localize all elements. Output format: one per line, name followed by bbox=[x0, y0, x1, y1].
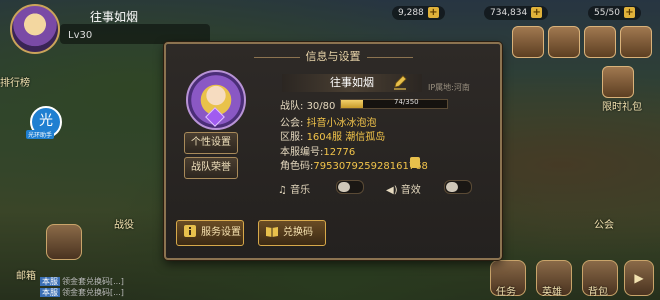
guild-label[interactable]: 公会 bbox=[594, 216, 614, 231]
resource-diamond: 734,834 + bbox=[484, 6, 549, 20]
role-code-row: 角色码:795307925928161768 bbox=[280, 157, 428, 172]
team-honor-button[interactable]: 战队荣誉 bbox=[184, 157, 238, 179]
player-avatar[interactable] bbox=[10, 4, 60, 54]
sfx-toggle-knob bbox=[446, 182, 458, 192]
chat-line: 本服 领金套兑换码[...] bbox=[40, 288, 124, 297]
resource-stamina: 55/50 + bbox=[588, 6, 641, 20]
limited-gift-icon[interactable] bbox=[602, 66, 634, 98]
top-menu-icon-1[interactable] bbox=[512, 26, 544, 58]
quest-label: 任务 bbox=[496, 287, 516, 298]
redeem-code-label: 兑换码 bbox=[283, 227, 313, 238]
role-code-label: 角色码: bbox=[280, 161, 314, 172]
leaderboard-label[interactable]: 排行榜 bbox=[0, 74, 30, 89]
chat-ticker[interactable]: 本服 领金套兑换码[...] 本服 领金套兑换码[...] bbox=[40, 276, 200, 298]
team-value: 30/80 bbox=[306, 101, 336, 112]
hud-player-name: 往事如烟 bbox=[90, 10, 139, 24]
dialog-title: 信息与设置 bbox=[305, 50, 361, 63]
add-stamina-button[interactable]: + bbox=[623, 7, 635, 18]
chat-line: 本服 领金套兑换码[...] bbox=[40, 277, 124, 286]
guild-row: 公会: 抖音小冰冰泡泡 bbox=[280, 114, 377, 129]
server-row: 区服: 1604服 潮信孤岛 bbox=[280, 128, 385, 143]
top-menu-icon-3[interactable] bbox=[584, 26, 616, 58]
mail-button[interactable] bbox=[46, 224, 82, 260]
service-settings-button[interactable]: 服务设置 bbox=[176, 220, 244, 246]
hero-label: 英雄 bbox=[542, 287, 562, 298]
book-icon bbox=[266, 227, 278, 237]
server-label: 区服: bbox=[280, 132, 304, 143]
chevron-right-icon: ▶ bbox=[634, 271, 644, 285]
server-number-row: 本服编号:12776 bbox=[280, 143, 355, 158]
music-label: 音乐 bbox=[290, 185, 311, 196]
hud-level: Lv30 bbox=[68, 30, 93, 41]
redeem-code-button[interactable]: 兑换码 bbox=[258, 220, 326, 246]
campaign-label[interactable]: 战役 bbox=[114, 216, 134, 231]
copy-icon[interactable] bbox=[410, 157, 420, 168]
music-toggle[interactable] bbox=[336, 180, 364, 194]
bag-label: 背包 bbox=[588, 287, 608, 298]
dialog-title-row: 信息与设置 bbox=[166, 48, 500, 64]
title-divider-left bbox=[253, 56, 300, 58]
sfx-row: ◀) 音效 bbox=[386, 181, 421, 196]
speaker-icon: ◀) bbox=[386, 185, 398, 196]
assistant-badge-label: 光环助手 bbox=[26, 130, 55, 139]
mail-label: 邮箱 bbox=[16, 271, 36, 282]
service-settings-label: 服务设置 bbox=[201, 227, 241, 238]
sfx-label: 音效 bbox=[400, 185, 421, 196]
personal-settings-button[interactable]: 个性设置 bbox=[184, 132, 238, 154]
music-toggle-knob bbox=[338, 182, 350, 192]
top-menu-icon-2[interactable] bbox=[548, 26, 580, 58]
team-label: 战队: bbox=[280, 101, 304, 112]
expand-menu-button[interactable]: ▶ bbox=[624, 260, 654, 296]
top-menu-icon-4[interactable] bbox=[620, 26, 652, 58]
title-divider-right bbox=[366, 56, 413, 58]
server-value: 1604服 潮信孤岛 bbox=[306, 132, 386, 143]
music-row: ♫ 音乐 bbox=[278, 181, 310, 196]
edit-icon[interactable] bbox=[392, 74, 408, 90]
limited-gift-label: 限时礼包 bbox=[602, 102, 642, 113]
add-diamond-button[interactable]: + bbox=[531, 7, 543, 18]
sfx-toggle[interactable] bbox=[444, 180, 472, 194]
ip-region: IP属地:河南 bbox=[428, 83, 470, 92]
team-xp-fill bbox=[341, 100, 364, 108]
team-xp-text: 74/350 bbox=[394, 98, 419, 106]
resource-gold: 9,288 + bbox=[392, 6, 445, 20]
music-note-icon: ♫ bbox=[278, 185, 287, 196]
info-icon bbox=[184, 225, 196, 237]
team-row: 战队: 30/80 bbox=[280, 97, 335, 112]
add-gold-button[interactable]: + bbox=[427, 7, 439, 18]
